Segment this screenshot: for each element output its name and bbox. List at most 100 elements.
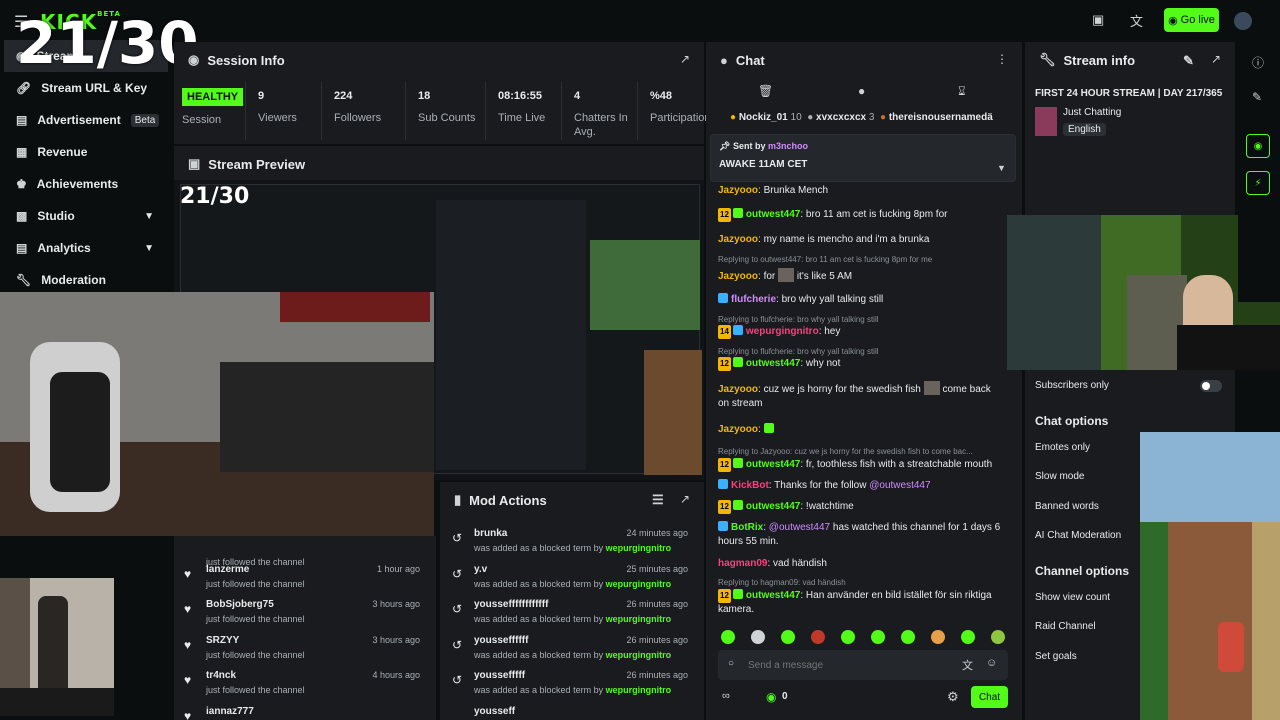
list-item: ↺ brunka 24 minutes ago was added as a bloc… (452, 528, 688, 553)
heart-icon: ♥ (184, 602, 192, 616)
chat-message: 12 outwest447: Han använder en bild istäl… (718, 589, 992, 615)
option-emotes-only[interactable]: Emotes only (1035, 442, 1090, 453)
medal-icon: ● (880, 112, 887, 123)
chat-message: Jazyooo: for it's like 5 AM (718, 268, 1008, 284)
expand-icon[interactable]: ↗ (680, 492, 690, 506)
emote-icon[interactable] (871, 630, 885, 644)
chat-message: KickBot: Thanks for the follow @outwest4… (718, 479, 1008, 493)
edit-icon[interactable]: ✎ (1252, 90, 1262, 104)
emote-icon[interactable] (721, 630, 735, 644)
reply-text: Replying to hagman09: vad händish (718, 578, 846, 587)
chat-message: 12 outwest447: why not (718, 357, 841, 371)
chat-message: Jazyooo: (718, 423, 1008, 437)
stream-title: FIRST 24 HOUR STREAM | DAY 217/365 (1035, 88, 1223, 99)
language-badge: English (1063, 123, 1106, 136)
send-chat-button[interactable]: Chat (971, 686, 1008, 708)
status-badge: HEALTHY (182, 88, 244, 106)
chevron-down-icon[interactable]: ▼ (997, 163, 1006, 173)
pin-icon: 📌︎ (719, 141, 731, 151)
chat-message: 12 outwest447: bro 11 am cet is fucking 8… (718, 208, 948, 222)
medal-icon: ● (807, 112, 814, 123)
go-live-button[interactable]: ◉ Go live (1164, 8, 1219, 32)
trash-icon[interactable]: 🗑︎ (758, 84, 773, 98)
chat-message: 14 wepurgingnitro: hey (718, 325, 841, 339)
option-banned-words[interactable]: Banned words (1035, 501, 1099, 512)
sidebar-item-analytics[interactable]: ▤ Analytics ▼ (0, 232, 172, 264)
emote-icon[interactable] (901, 630, 915, 644)
history-icon: ↺ (452, 567, 463, 581)
subscribers-only-toggle[interactable] (1200, 380, 1222, 392)
emote-icon[interactable] (931, 630, 945, 644)
history-icon: ↺ (452, 602, 463, 616)
edit-icon[interactable]: ✎ (1183, 53, 1194, 69)
sidebar-item-revenue[interactable]: ▦ Revenue (0, 136, 172, 168)
option-slow-mode[interactable]: Slow mode (1035, 471, 1084, 482)
sidebar-item-studio[interactable]: ▩ Studio ▼ (0, 200, 172, 232)
pinned-message[interactable]: 📌︎ Sent by m3nchoo AWAKE 11AM CET ▼ (710, 134, 1016, 182)
list-item: ♥ lanzerme 1 hour ago just followed the cha… (184, 564, 420, 589)
session-info-panel: ◉ Session Info ↗ HEALTHY Session 9 Viewers 2… (174, 42, 711, 144)
gear-icon[interactable]: ⚙ (947, 689, 959, 705)
chat-input-box[interactable]: ○ 文 ☺ (718, 650, 1008, 680)
chat-message: flufcherie: bro why yall talking still (718, 293, 1008, 307)
expand-icon[interactable]: ↗ (1211, 52, 1221, 66)
session-info-title: Session Info (207, 52, 285, 68)
follows-panel: just followed the channel ♥ lanzerme 1 hou… (174, 536, 436, 720)
top-chatters: ● Nockiz_01 10 ● xvxcxcxcx 3 ● thereisno… (730, 112, 993, 123)
list-item: ↺ yousseffffff 26 minutes ago was added as … (452, 635, 688, 660)
webcam-overlay (0, 292, 434, 536)
emote-image (923, 381, 940, 395)
reply-text: Replying to flufcherie: bro why yall tal… (718, 315, 879, 324)
emote-icon[interactable] (991, 630, 1005, 644)
studio-icon: ▩ (16, 209, 28, 223)
sidebar-item-advertisement[interactable]: ▤ Advertisement Beta (0, 104, 172, 136)
points-icon: ◉ (766, 690, 777, 704)
users-icon[interactable]: ∞ (722, 690, 730, 702)
option-show-view-count[interactable]: Show view count (1035, 592, 1110, 603)
wrench-icon: 🔧︎ (1039, 52, 1056, 67)
emote-icon[interactable] (961, 630, 975, 644)
stat-chatters: 4 Chatters In Avg. (562, 82, 638, 140)
list-item: ↺ yousseffffffffffff 26 minutes ago was add… (452, 599, 688, 624)
option-raid-channel[interactable]: Raid Channel (1035, 621, 1096, 632)
chat-message: BotRix: @outwest447 has watched this cha… (718, 521, 1001, 547)
camera-action-button[interactable]: ◉ (1246, 134, 1270, 158)
cast-icon[interactable]: ▣ (1092, 12, 1104, 28)
category-name[interactable]: Just Chatting (1063, 107, 1121, 118)
category-thumbnail (1035, 107, 1057, 136)
mobile-game-overlay (1140, 432, 1280, 720)
emote-icon[interactable] (781, 630, 795, 644)
option-ai-moderation[interactable]: AI Chat Moderation (1035, 530, 1121, 541)
option-set-goals[interactable]: Set goals (1035, 651, 1077, 662)
emote-icon[interactable] (811, 630, 825, 644)
emote-icon[interactable] (841, 630, 855, 644)
reply-text: Replying to Jazyooo: cuz we js horny for… (718, 447, 973, 456)
emote-icon[interactable] (751, 630, 765, 644)
expand-icon[interactable]: ↗ (680, 52, 690, 66)
chat-message: Jazyooo: my name is mencho and i'm a bru… (718, 234, 930, 245)
chat-bubble-icon[interactable]: ● (858, 84, 865, 98)
chat-message: Jazyooo: cuz we js horny for the swedish… (718, 381, 1004, 411)
reply-text: Replying to outwest447: bro 11 am cet is… (718, 255, 933, 264)
ad-icon: ▤ (16, 113, 28, 127)
more-icon[interactable]: ⋮ (996, 52, 1008, 66)
info-icon[interactable]: ⓘ (1252, 54, 1264, 71)
list-item: ♥ tr4nck 4 hours ago just followed the chan… (184, 670, 420, 695)
emote-image (778, 268, 795, 282)
avatar[interactable] (1234, 12, 1252, 30)
history-icon: ↺ (452, 531, 463, 545)
heart-icon: ♥ (184, 638, 192, 652)
sidebar-item-achievements[interactable]: ♚ Achievements (0, 168, 172, 200)
wrench-icon: 🔧︎ (16, 273, 32, 287)
chat-input[interactable] (748, 656, 948, 674)
chevron-down-icon: ▼ (144, 210, 154, 222)
lightning-action-button[interactable]: ⚡︎ (1246, 171, 1270, 195)
mod-actions-title: Mod Actions (469, 492, 547, 508)
heart-icon: ♥ (184, 567, 192, 581)
filter-icon[interactable]: ☰ (652, 492, 664, 508)
translate-icon[interactable]: 文 (962, 657, 973, 673)
emoji-icon[interactable]: ☺ (986, 657, 997, 669)
hourglass-icon[interactable]: ⌛︎ (958, 84, 966, 99)
translate-icon[interactable]: 文 (1130, 11, 1143, 30)
preview-counter: 21/30 (180, 184, 250, 209)
